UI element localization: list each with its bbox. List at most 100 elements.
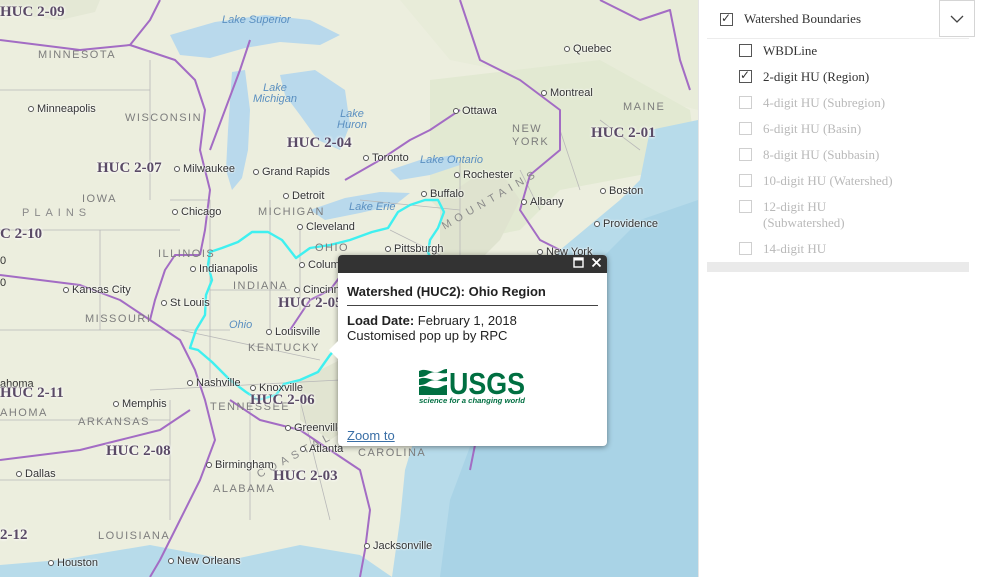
city-label: St Louis	[161, 297, 210, 309]
city-label: Quebec	[564, 43, 612, 55]
lake-michigan-label: Lake Michigan	[253, 82, 298, 105]
layer-label: 14-digit HU	[763, 241, 827, 256]
city-label: Albany	[521, 196, 564, 208]
city-label: Houston	[48, 557, 98, 569]
huc-region-label: HUC 2-09	[0, 4, 65, 20]
layer-label: 12-digit HU (Subwatershed)	[763, 199, 845, 230]
layer-checkbox[interactable]	[739, 242, 752, 255]
layer-label: 2-digit HU (Region)	[763, 69, 870, 84]
lake-huron-label: Lake Huron	[337, 108, 367, 131]
city-label: Pittsburgh	[385, 243, 444, 255]
maximize-icon[interactable]	[571, 257, 585, 271]
state-label: MAINE	[623, 101, 666, 113]
city-label: New Orleans	[168, 555, 241, 567]
usgs-logo-text: USGS	[449, 366, 525, 401]
city-label: Dallas	[16, 468, 56, 480]
state-label: MINNESOTA	[38, 49, 117, 61]
load-date-label: Load Date:	[347, 313, 415, 328]
state-label: OHIO	[315, 242, 350, 254]
huc-region-label: HUC 2-04	[287, 135, 352, 151]
huc-region-label: 2-12	[0, 527, 28, 543]
city-label: Rochester	[454, 169, 513, 181]
popup-title: Watershed (HUC2): Ohio Region	[347, 284, 598, 306]
city-label: Ottawa	[453, 105, 497, 117]
chevron-down-icon	[950, 15, 964, 23]
layer-list-footer-bar	[707, 262, 969, 272]
zoom-to-link[interactable]: Zoom to	[347, 428, 395, 443]
load-date-row: Load Date: February 1, 2018	[347, 313, 598, 328]
layer-checkbox[interactable]	[739, 44, 752, 57]
layer-label: 6-digit HU (Basin)	[763, 121, 862, 136]
city-label: Providence	[594, 218, 658, 230]
huc-region-label: HUC 2-11	[0, 385, 64, 401]
city-label: Boston	[600, 185, 643, 197]
close-icon[interactable]	[589, 257, 603, 271]
city-label: Milwaukee	[174, 163, 235, 175]
huc-region-label: HUC 2-05	[278, 295, 343, 311]
huc-region-label: HUC 2-08	[106, 443, 171, 459]
layer-checkbox[interactable]	[739, 174, 752, 187]
huc-region-label: HUC 2-07	[97, 160, 162, 176]
usgs-logo: USGS science for a changing world	[419, 366, 526, 405]
city-label: Nashville	[187, 377, 241, 389]
popup-pointer	[329, 341, 338, 359]
city-label: Buffalo	[421, 188, 464, 200]
lake-superior-label: Lake Superior	[222, 14, 291, 26]
state-label: AHOMA	[0, 407, 48, 419]
city-label: Toronto	[363, 152, 409, 164]
state-label: ILLINOIS	[158, 248, 216, 260]
layer-label: WBDLine	[763, 43, 818, 58]
city-label: Atlanta	[300, 443, 343, 455]
state-label: CAROLINA	[358, 447, 427, 459]
city-label-partial: 0	[0, 277, 7, 289]
city-label: Birmingham	[206, 459, 274, 471]
layer-group-watershed-boundaries: Watershed Boundaries	[707, 0, 975, 39]
layer-checkbox[interactable]	[739, 122, 752, 135]
huc-region-label: HUC 2-06	[250, 392, 315, 408]
city-label: Minneapolis	[28, 103, 96, 115]
state-label: NEW YORK	[512, 123, 550, 148]
custom-text: Customised pop up by RPC	[347, 328, 508, 343]
city-label: Montreal	[541, 87, 593, 99]
expand-button[interactable]	[939, 0, 975, 37]
layer-checkbox[interactable]	[739, 68, 752, 83]
layer-list-panel: Watershed Boundaries WBDLine 2-digit HU …	[698, 0, 981, 577]
city-label: Memphis	[113, 398, 167, 410]
physio-label: PLAINS	[22, 207, 92, 219]
lake-ontario-label: Lake Ontario	[420, 154, 483, 166]
state-label: MISSOURI	[85, 313, 152, 325]
city-label: Cleveland	[297, 221, 355, 233]
city-label: Kansas City	[63, 284, 131, 296]
group-label: Watershed Boundaries	[744, 11, 861, 26]
state-label: KENTUCKY	[248, 342, 320, 354]
popup-titlebar	[338, 255, 607, 273]
layer-label: 8-digit HU (Subbasin)	[763, 147, 880, 162]
city-label-partial: 0	[0, 255, 7, 267]
layer-checkbox[interactable]	[739, 96, 752, 109]
map-view[interactable]: Lake Superior Lake Michigan Lake Huron L…	[0, 0, 698, 577]
state-label: LOUISIANA	[98, 530, 171, 542]
lake-erie-label: Lake Erie	[349, 201, 396, 213]
city-label: Detroit	[283, 190, 324, 202]
city-label: Chicago	[172, 206, 221, 218]
city-label: Jacksonville	[364, 540, 432, 552]
group-checkbox[interactable]	[720, 11, 733, 26]
usgs-tagline: science for a changing world	[419, 398, 526, 405]
city-label: Greenville	[285, 422, 344, 434]
city-label: Louisville	[266, 326, 320, 338]
state-label: MICHIGAN	[258, 206, 325, 218]
city-label: Indianapolis	[190, 263, 258, 275]
state-label: ALABAMA	[213, 483, 276, 495]
state-label: INDIANA	[233, 280, 289, 292]
layer-label: 10-digit HU (Watershed)	[763, 173, 893, 188]
load-date-value: February 1, 2018	[417, 313, 517, 328]
state-label: WISCONSIN	[125, 112, 203, 124]
layer-checkbox[interactable]	[739, 200, 752, 213]
huc-region-label: HUC 2-01	[591, 125, 656, 141]
layer-checkbox[interactable]	[739, 148, 752, 161]
feature-popup: Watershed (HUC2): Ohio Region Load Date:…	[329, 255, 607, 446]
state-label: IOWA	[82, 193, 117, 205]
huc-region-label: C 2-10	[0, 226, 43, 242]
layer-label: 4-digit HU (Subregion)	[763, 95, 886, 110]
city-label: Grand Rapids	[253, 166, 330, 178]
